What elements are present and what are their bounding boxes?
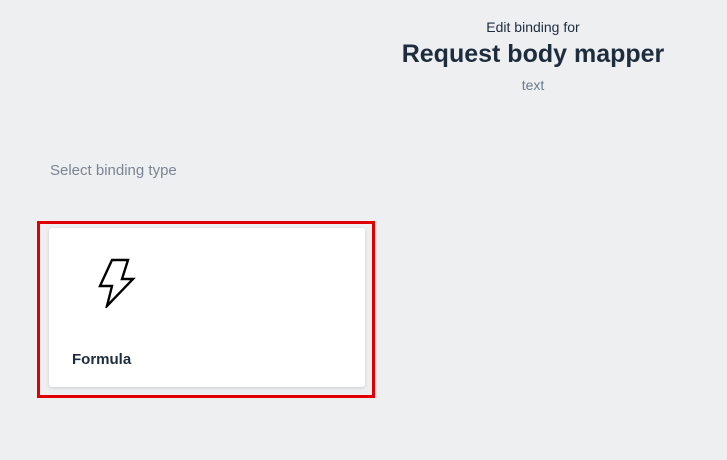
- lightning-bolt-icon: [97, 258, 137, 311]
- page-title: Request body mapper: [401, 40, 665, 68]
- header-overline: Edit binding for: [486, 19, 580, 35]
- header-subtitle: text: [521, 77, 545, 93]
- binding-option-formula[interactable]: Formula: [49, 228, 365, 387]
- binding-type-label: Select binding type: [50, 162, 177, 179]
- binding-option-label: Formula: [72, 351, 132, 368]
- binding-header: Edit binding for Request body mapper tex…: [340, 18, 726, 94]
- edit-binding-page: Edit binding for Request body mapper tex…: [0, 0, 727, 460]
